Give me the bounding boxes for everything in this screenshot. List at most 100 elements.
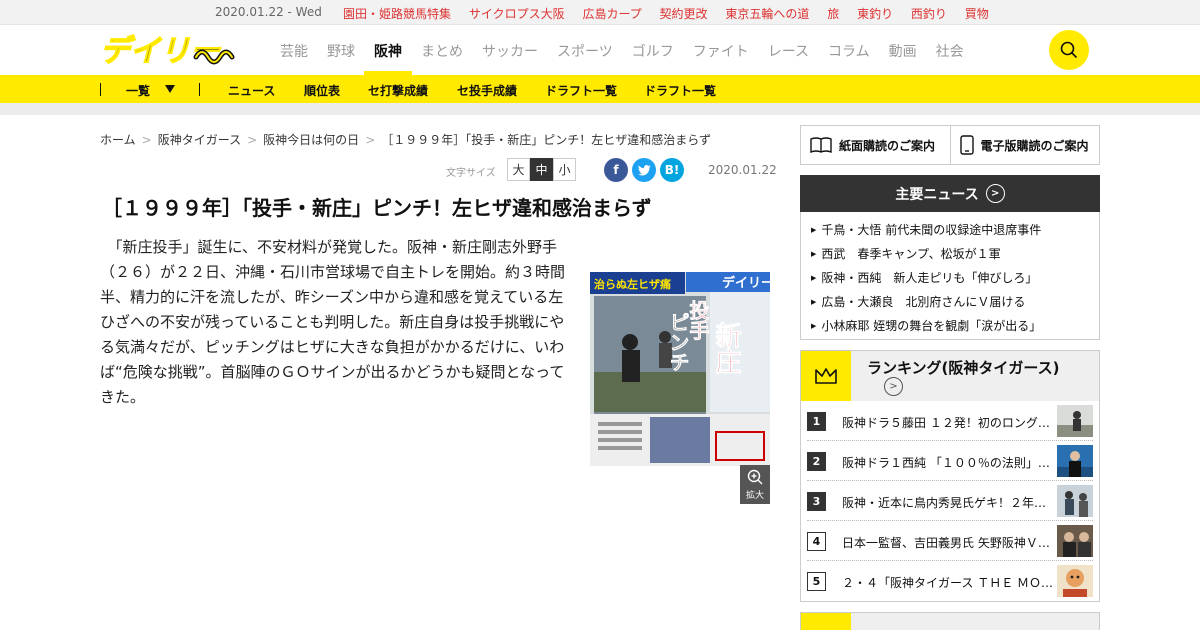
rank-thumbnail xyxy=(1057,445,1093,477)
ranking-title: ランキング(阪神タイガース) xyxy=(867,359,1060,377)
breadcrumb-item[interactable]: ホーム xyxy=(100,133,136,147)
panel-accent xyxy=(801,613,851,630)
today-date: 2020.01.22 - Wed xyxy=(215,5,322,19)
breadcrumb: ホーム > 阪神タイガース > 阪神今日は何の日 > ［１９９９年］「投手・新庄」ピンチ！左… xyxy=(100,131,711,148)
news-item[interactable]: 阪神・西純 新人走ピリも「伸びしろ」 xyxy=(811,266,1099,290)
top-link[interactable]: 東釣り xyxy=(857,7,893,21)
main-news-title: 主要ニュース xyxy=(895,186,979,203)
rank-headline: 日本一監督、吉田義男氏 矢野阪神Ｖへ提言 xyxy=(842,536,1056,550)
rank-thumbnail xyxy=(1057,405,1093,437)
top-link[interactable]: サイクロプス大阪 xyxy=(469,7,565,21)
rank-thumbnail xyxy=(1057,485,1093,517)
news-item[interactable]: 千鳥・大悟 前代未聞の収録途中退席事件 xyxy=(811,218,1099,242)
breadcrumb-item[interactable]: 阪神タイガース xyxy=(158,133,241,147)
zoom-label: 拡大 xyxy=(745,491,764,501)
nav-item[interactable]: まとめ xyxy=(421,25,463,75)
news-item[interactable]: 小林麻耶 姪甥の舞台を観劇「涙が出る」 xyxy=(811,314,1099,338)
main-news-header[interactable]: 主要ニュース > xyxy=(800,175,1100,212)
ranking-item[interactable]: 3 阪神・近本に鳥内秀晃氏ゲキ！２年目の壁 xyxy=(807,481,1093,521)
svg-text:治らぬ左ヒザ痛: 治らぬ左ヒザ痛 xyxy=(594,277,671,291)
hatena-icon: B! xyxy=(664,163,680,177)
nav-item[interactable]: コラム xyxy=(828,25,870,75)
nav-item[interactable]: サッカー xyxy=(482,25,538,75)
chevron-right-icon: > xyxy=(985,184,1005,203)
breadcrumb-current: ［１９９９年］「投手・新庄」ピンチ！左ヒザ違和感治まらず xyxy=(381,133,712,147)
rank-number: 3 xyxy=(807,492,826,511)
twitter-share-button[interactable] xyxy=(632,158,656,182)
subnav-item[interactable]: 順位表 xyxy=(304,82,340,99)
divider xyxy=(199,83,200,96)
search-button[interactable] xyxy=(1049,30,1089,70)
zoom-in-icon xyxy=(747,469,763,485)
print-subscription-link[interactable]: 紙面購読のご案内 xyxy=(801,126,950,164)
top-link[interactable]: 広島カープ xyxy=(582,7,641,21)
chevron-right-icon: > xyxy=(884,377,903,396)
top-link[interactable]: 旅 xyxy=(827,7,839,21)
crown-icon xyxy=(801,351,851,401)
font-size-selector: 大 中 小 xyxy=(507,158,576,181)
subnav-item[interactable]: ドラフト一覧 xyxy=(644,82,716,99)
nav-item[interactable]: ゴルフ xyxy=(632,25,674,75)
top-utility-bar: 2020.01.22 - Wed 園田・姫路競馬特集 サイクロプス大阪 広島カー… xyxy=(0,0,1200,25)
ranking-item[interactable]: 5 ２・４「阪神タイガース ＴＨＥ ＭＯＶＩＥ」 xyxy=(807,561,1093,601)
ranking-item[interactable]: 2 阪神ドラ１西純 「１００％の法則」で臨む xyxy=(807,441,1093,481)
ranking-item[interactable]: 4 日本一監督、吉田義男氏 矢野阪神Ｖへ提言 xyxy=(807,521,1093,561)
rank-thumbnail xyxy=(1057,525,1093,557)
ranking-panel: ランキング(阪神タイガース) > 1 阪神ドラ５藤田 １２発！初のロングティー … xyxy=(800,350,1100,602)
hatena-bookmark-button[interactable]: B! xyxy=(660,158,684,182)
nav-item-active[interactable]: 阪神 xyxy=(364,25,412,75)
dropdown-triangle-icon[interactable] xyxy=(165,85,175,93)
facebook-icon: f xyxy=(613,163,619,177)
article-date: 2020.01.22 xyxy=(708,163,777,177)
nav-item[interactable]: 動画 xyxy=(889,25,917,75)
svg-text:新庄: 新庄 xyxy=(711,321,741,375)
newspaper-photo[interactable]: 治らぬ左ヒザ痛 デイリー 新庄 投手 ピンチ xyxy=(590,272,770,466)
nav-item[interactable]: ファイト xyxy=(693,25,749,75)
subnav-item[interactable]: セ打撃成績 xyxy=(368,82,428,99)
nav-item[interactable]: 芸能 xyxy=(280,25,308,75)
breadcrumb-item[interactable]: 阪神今日は何の日 xyxy=(263,133,359,147)
rank-thumbnail xyxy=(1057,565,1093,597)
subscription-links: 紙面購読のご案内 電子版購読のご案内 xyxy=(800,125,1100,165)
divider xyxy=(100,83,101,96)
rank-number: 2 xyxy=(807,452,826,471)
rank-number: 5 xyxy=(807,572,826,591)
separator-strip xyxy=(0,103,1200,115)
rank-number: 4 xyxy=(807,532,826,551)
nav-item[interactable]: スポーツ xyxy=(557,25,613,75)
news-item[interactable]: 西武 春季キャンプ、松坂が１軍 xyxy=(811,242,1099,266)
site-header: デイリー 芸能 野球 阪神 まとめ サッカー スポーツ ゴルフ ファイト レース… xyxy=(0,25,1200,75)
facebook-share-button[interactable]: f xyxy=(604,158,628,182)
svg-text:デイリー: デイリー xyxy=(722,275,770,291)
font-size-medium-button[interactable]: 中 xyxy=(530,158,553,181)
ranking-header[interactable]: ランキング(阪神タイガース) > xyxy=(801,351,1099,401)
next-sidebar-panel xyxy=(800,612,1100,630)
digital-subscription-link[interactable]: 電子版購読のご案内 xyxy=(949,126,1100,164)
main-news-list: 千鳥・大悟 前代未聞の収録途中退席事件 西武 春季キャンプ、松坂が１軍 阪神・西… xyxy=(800,212,1100,340)
article-body: 「新庄投手」誕生に、不安材料が発覚した。阪神・新庄剛志外野手（２６）が２２日、沖… xyxy=(100,238,566,406)
subnav-item[interactable]: セ投手成績 xyxy=(457,82,517,99)
nav-item[interactable]: 社会 xyxy=(936,25,964,75)
nav-item[interactable]: 野球 xyxy=(327,25,355,75)
top-link[interactable]: 買物 xyxy=(965,7,989,21)
daily-logo[interactable]: デイリー xyxy=(100,33,240,67)
article-title: ［１９９９年］「投手・新庄」ピンチ！左ヒザ違和感治まらず xyxy=(102,196,652,220)
nav-item[interactable]: レース xyxy=(768,25,809,75)
subnav-item[interactable]: ニュース xyxy=(228,82,275,99)
news-item[interactable]: 広島・大瀬良 北別府さんにＶ届ける xyxy=(811,290,1099,314)
font-size-small-button[interactable]: 小 xyxy=(553,158,576,181)
rank-number: 1 xyxy=(807,412,826,431)
top-link[interactable]: 契約更改 xyxy=(660,7,708,21)
top-link[interactable]: 西釣り xyxy=(911,7,947,21)
font-size-large-button[interactable]: 大 xyxy=(507,158,530,181)
subnav-item[interactable]: ドラフト一覧 xyxy=(545,82,617,99)
list-dropdown[interactable]: 一覧 xyxy=(126,82,150,99)
font-size-label: 文字サイズ xyxy=(446,168,496,179)
ranking-item[interactable]: 1 阪神ドラ５藤田 １２発！初のロングティー xyxy=(807,401,1093,441)
rank-headline: 阪神・近本に鳥内秀晃氏ゲキ！２年目の壁 xyxy=(842,496,1056,510)
chevron-right-icon: > xyxy=(247,133,258,147)
zoom-button[interactable]: 拡大 xyxy=(740,465,770,504)
top-link[interactable]: 園田・姫路競馬特集 xyxy=(343,7,451,21)
top-link[interactable]: 東京五輪への道 xyxy=(725,7,809,21)
print-subscription-label: 紙面購読のご案内 xyxy=(839,138,936,153)
